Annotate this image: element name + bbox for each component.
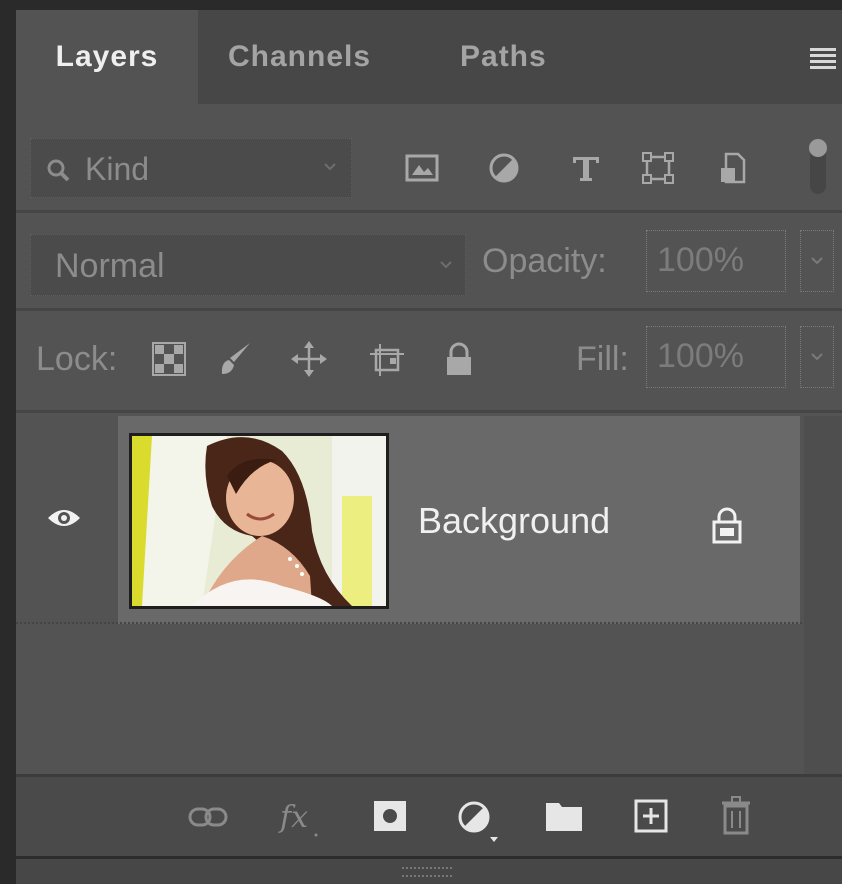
row-divider (16, 410, 842, 413)
row-divider (16, 308, 842, 311)
row-divider (16, 210, 842, 213)
fill-label: Fill: (576, 340, 629, 378)
visibility-toggle[interactable] (16, 416, 118, 624)
opacity-label: Opacity: (482, 242, 607, 280)
smart-object-filter-icon[interactable] (716, 150, 752, 186)
layer-name[interactable]: Background (418, 500, 610, 542)
new-fill-adjustment-icon[interactable] (456, 799, 500, 848)
new-layer-icon[interactable] (634, 799, 668, 838)
lock-label: Lock: (36, 340, 118, 378)
delete-layer-trash-icon[interactable] (720, 795, 752, 840)
chevron-down-icon (439, 257, 453, 275)
new-group-folder-icon[interactable] (544, 799, 584, 838)
filter-kind-select[interactable]: Kind (30, 138, 352, 198)
panel-resize-edge[interactable] (16, 856, 842, 884)
add-mask-icon[interactable] (372, 799, 408, 838)
pixel-layer-filter-icon[interactable] (404, 150, 440, 186)
chevron-down-icon (323, 159, 337, 177)
type-layer-filter-icon[interactable] (568, 150, 604, 186)
opacity-dropdown-button[interactable] (800, 230, 834, 292)
adjustment-layer-filter-icon[interactable] (486, 150, 522, 186)
layer-lock-icon (710, 506, 744, 549)
layer-row-background[interactable]: Background (16, 416, 800, 624)
layers-panel: Layers Channels Paths Kind Normal Opacit… (16, 10, 842, 884)
link-layers-icon[interactable] (188, 805, 228, 834)
hamburger-menu-icon[interactable] (810, 48, 836, 72)
blend-mode-value: Normal (55, 247, 165, 285)
eye-icon (46, 506, 82, 535)
layer-row-divider (16, 622, 842, 626)
tab-layers[interactable]: Layers (16, 10, 198, 104)
lock-all-icon[interactable] (440, 340, 478, 378)
panel-tab-bar: Layers Channels Paths (16, 10, 842, 104)
tab-paths[interactable]: Paths (460, 10, 547, 104)
lock-transparent-pixels-icon[interactable] (150, 340, 188, 378)
shape-layer-filter-icon[interactable] (640, 150, 676, 186)
blend-mode-select[interactable]: Normal (30, 234, 466, 296)
bride-photo-thumbnail (129, 433, 389, 609)
search-icon (45, 157, 71, 188)
tab-channels[interactable]: Channels (228, 10, 371, 104)
lock-image-pixels-icon[interactable] (216, 340, 254, 378)
filter-kind-label: Kind (85, 151, 150, 187)
fill-input[interactable]: 100% (646, 326, 786, 388)
layer-style-fx-icon[interactable]: fx (278, 795, 322, 844)
fill-dropdown-button[interactable] (800, 326, 834, 388)
lock-position-icon[interactable] (290, 340, 328, 378)
opacity-input[interactable]: 100% (646, 230, 786, 292)
layers-scrollbar[interactable] (804, 416, 842, 776)
resize-grip-icon[interactable] (402, 867, 452, 877)
svg-text:fx: fx (278, 800, 308, 835)
layers-bottom-toolbar: fx (16, 774, 842, 859)
filter-toggle-icon[interactable] (808, 136, 828, 198)
lock-artboard-icon[interactable] (368, 340, 406, 378)
